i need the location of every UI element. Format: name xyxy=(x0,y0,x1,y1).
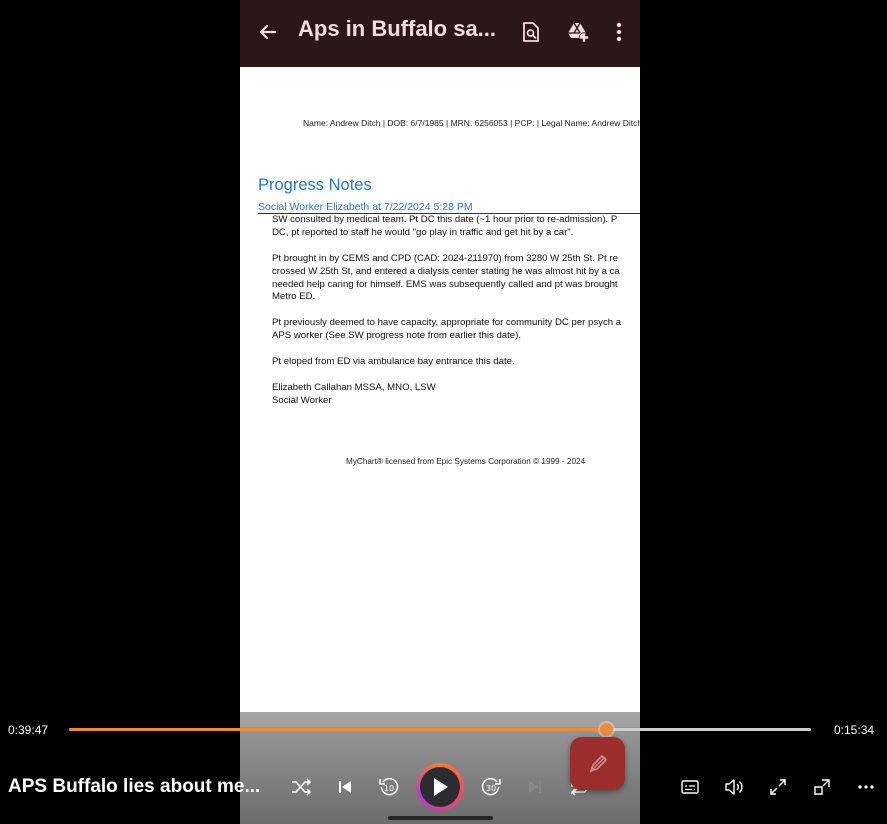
volume-icon[interactable] xyxy=(719,772,749,802)
captions-icon[interactable] xyxy=(675,772,705,802)
patient-header: Name: Andrew Ditch | DOB: 6/7/1985 | MRN… xyxy=(303,118,640,128)
app-bar: Aps in Buffalo sa... xyxy=(240,0,640,67)
app-title: Aps in Buffalo sa... xyxy=(298,16,497,41)
seek-bar-progress xyxy=(69,728,606,731)
note-line: Pt brought in by CEMS and CPD (CAD: 2024… xyxy=(272,252,618,264)
play-icon xyxy=(420,767,460,807)
note-line: SW consulted by medical team. Pt DC this… xyxy=(272,214,618,225)
more-vertical-icon xyxy=(605,18,633,46)
seek-thumb[interactable] xyxy=(599,723,613,736)
elapsed-time: 0:39:47 xyxy=(8,723,49,737)
video-frame: Aps in Buffalo sa... Name: Andrew Ditch … xyxy=(240,0,640,824)
note-line: Metro ED. xyxy=(272,291,316,303)
drive-add-icon xyxy=(564,18,592,46)
note-line: DC, pt reported to staff he would "go pl… xyxy=(272,226,574,238)
rewind-10-icon[interactable]: 10 xyxy=(374,772,404,802)
document-footer: MyChart® licensed from Epic Systems Corp… xyxy=(346,457,586,466)
note-line: Social Worker xyxy=(272,394,332,406)
section-title: Progress Notes xyxy=(258,176,372,194)
note-line: crossed W 25th St, and entered a dialysi… xyxy=(272,265,620,277)
shuffle-icon[interactable] xyxy=(286,772,316,802)
more-options-icon[interactable] xyxy=(851,772,881,802)
note-line: needed help caring for himself. EMS was … xyxy=(272,278,618,290)
play-button[interactable] xyxy=(416,763,464,811)
next-icon[interactable] xyxy=(520,772,550,802)
note-line: Pt eloped from ED via ambulance bay entr… xyxy=(272,355,515,367)
edit-fab xyxy=(570,737,625,790)
fullscreen-icon[interactable] xyxy=(763,772,793,802)
note-author: Social Worker Elizabeth at 7/22/2024 5:2… xyxy=(258,201,473,213)
document-page: Name: Andrew Ditch | DOB: 6/7/1985 | MRN… xyxy=(240,67,640,727)
note-line: APS worker (See SW progress note from ea… xyxy=(272,330,521,342)
media-title: APS Buffalo lies about me... xyxy=(8,776,261,797)
find-in-page-icon xyxy=(517,18,545,46)
svg-text:30: 30 xyxy=(486,784,496,793)
seek-bar[interactable] xyxy=(69,723,811,736)
note-line: Pt previously deemed to have capacity, a… xyxy=(272,317,622,329)
back-arrow-icon xyxy=(254,18,282,46)
forward-30-icon[interactable]: 30 xyxy=(476,772,506,802)
previous-icon[interactable] xyxy=(330,772,360,802)
mini-player-icon[interactable] xyxy=(807,772,837,802)
note-line: Elizabeth Callahan MSSA, MNO, LSW xyxy=(272,381,436,393)
svg-text:10: 10 xyxy=(384,784,394,793)
remaining-time: 0:15:34 xyxy=(834,723,875,737)
